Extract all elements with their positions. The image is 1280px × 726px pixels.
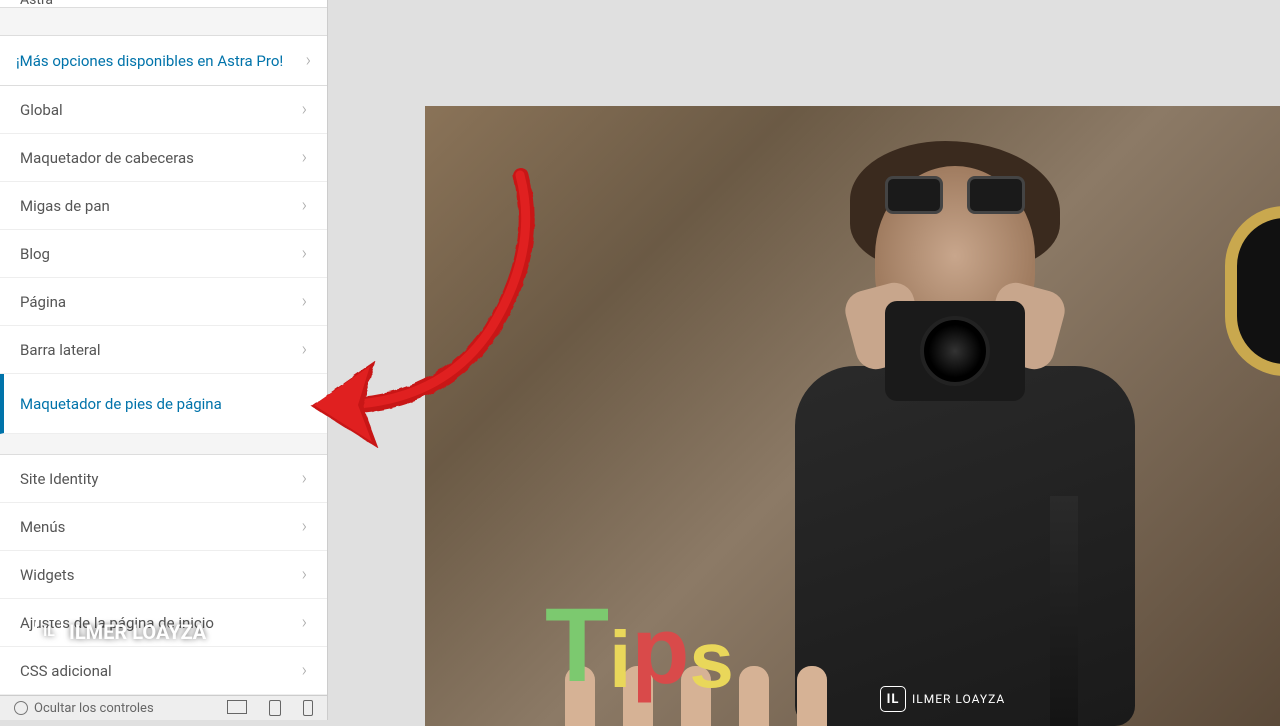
sidebar-item-label: Maquetador de pies de página [20, 395, 222, 413]
sidebar-item-label: Site Identity [20, 470, 98, 488]
desktop-icon[interactable] [227, 700, 247, 714]
sidebar-section-gap [0, 434, 327, 455]
chevron-right-icon: › [302, 660, 307, 681]
chevron-right-icon: › [302, 195, 307, 216]
sidebar-item-global[interactable]: Global › [0, 86, 327, 134]
sidebar-item-label: Widgets [20, 566, 74, 584]
watermark-author: ILMER LOAYZA [69, 620, 206, 644]
customizer-sidebar: Astra ¡Más opciones disponibles en Astra… [0, 0, 328, 720]
sidebar-top-gap [0, 7, 327, 37]
chevron-right-icon: › [306, 50, 311, 71]
sidebar-item-blog[interactable]: Blog › [0, 230, 327, 278]
hero-photographer [765, 166, 1185, 726]
chevron-right-icon: › [302, 516, 307, 537]
mobile-icon[interactable] [303, 700, 313, 716]
sidebar-item-label: Barra lateral [20, 341, 101, 359]
hide-controls-label: Ocultar los controles [34, 701, 154, 716]
sidebar-item-label: Global [20, 101, 63, 119]
chevron-right-icon: › [302, 243, 307, 264]
device-preview-icons [227, 700, 313, 716]
site-preview: Tips IL ILMER LOAYZA [425, 106, 1280, 726]
eye-off-icon [14, 701, 28, 715]
sidebar-item-label: Maquetador de cabeceras [20, 149, 194, 167]
chevron-right-icon: › [302, 99, 307, 120]
watermark-logo-icon: IL [35, 618, 63, 646]
tablet-icon[interactable] [269, 700, 281, 716]
sidebar-item-widgets[interactable]: Widgets › [0, 551, 327, 599]
chevron-right-icon: › [302, 468, 307, 489]
sidebar-item-label: Página [20, 293, 66, 311]
customizer-bottom-bar: Ocultar los controles [0, 695, 327, 720]
sidebar-item-maquetador-de-cabeceras[interactable]: Maquetador de cabeceras › [0, 134, 327, 182]
sidebar-item-label: CSS adicional [20, 662, 112, 680]
sidebar-item-css-adicional[interactable]: CSS adicional › [0, 647, 327, 695]
tips-word: Tips [545, 586, 734, 706]
sidebar-item-label: Migas de pan [20, 197, 110, 215]
sidebar-item-label: Blog [20, 245, 50, 263]
chevron-right-icon: › [302, 291, 307, 312]
sidebar-item-maquetador-de-pies-de-p-gina[interactable]: Maquetador de pies de página [0, 374, 327, 434]
video-watermark: IL ILMER LOAYZA [35, 618, 206, 646]
chevron-right-icon: › [302, 612, 307, 633]
preview-watermark: IL ILMER LOAYZA [880, 686, 1005, 712]
chevron-right-icon: › [302, 339, 307, 360]
promo-text: ¡Más opciones disponibles en Astra Pro! [16, 52, 306, 70]
sidebar-item-men-s[interactable]: Menús › [0, 503, 327, 551]
sidebar-item-barra-lateral[interactable]: Barra lateral › [0, 326, 327, 374]
sidebar-item-site-identity[interactable]: Site Identity › [0, 455, 327, 503]
sidebar-item-migas-de-pan[interactable]: Migas de pan › [0, 182, 327, 230]
gold-badge [1225, 206, 1280, 376]
sidebar-item-label: Menús [20, 518, 65, 536]
sidebar-item-p-gina[interactable]: Página › [0, 278, 327, 326]
chevron-right-icon: › [302, 147, 307, 168]
chevron-right-icon: › [302, 564, 307, 585]
hide-controls-button[interactable]: Ocultar los controles [14, 701, 154, 716]
astra-pro-promo[interactable]: ¡Más opciones disponibles en Astra Pro! … [0, 36, 327, 86]
